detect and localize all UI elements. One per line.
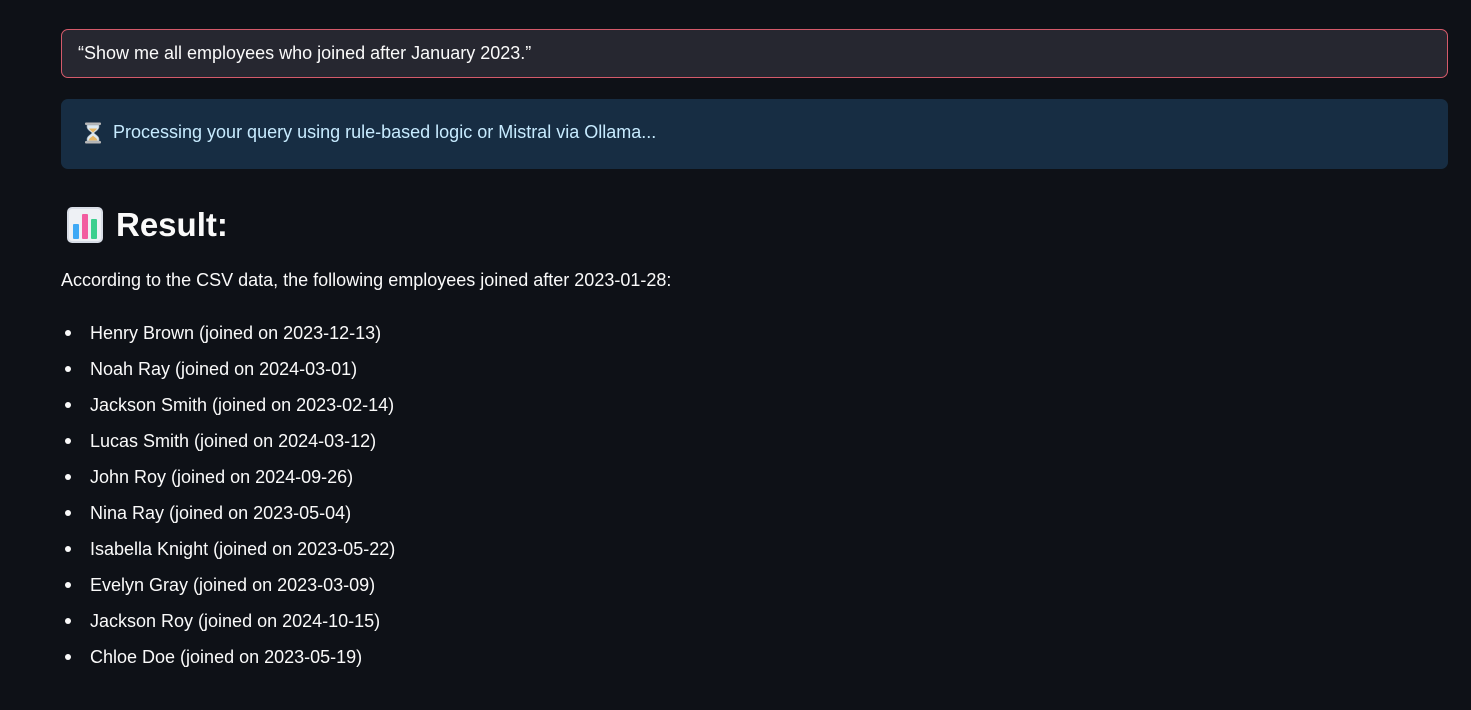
result-summary: According to the CSV data, the following…	[61, 270, 672, 290]
bullet-icon	[65, 654, 71, 660]
list-item: John Roy (joined on 2024-09-26)	[61, 462, 395, 498]
list-item: Jackson Smith (joined on 2023-02-14)	[61, 390, 395, 426]
bullet-icon	[65, 330, 71, 336]
list-item: Lucas Smith (joined on 2024-03-12)	[61, 426, 395, 462]
list-item: Evelyn Gray (joined on 2023-03-09)	[61, 570, 395, 606]
bullet-icon	[65, 402, 71, 408]
hourglass-icon	[85, 122, 101, 144]
bullet-icon	[65, 510, 71, 516]
list-item-text: Chloe Doe (joined on 2023-05-19)	[90, 647, 363, 667]
list-item-text: John Roy (joined on 2024-09-26)	[90, 467, 354, 487]
list-item: Nina Ray (joined on 2023-05-04)	[61, 498, 395, 534]
list-item: Jackson Roy (joined on 2024-10-15)	[61, 606, 395, 642]
employee-list: Henry Brown (joined on 2023-12-13) Noah …	[61, 318, 395, 678]
list-item-text: Lucas Smith (joined on 2024-03-12)	[90, 431, 377, 451]
list-item-text: Jackson Smith (joined on 2023-02-14)	[90, 395, 395, 415]
list-item: Isabella Knight (joined on 2023-05-22)	[61, 534, 395, 570]
list-item-text: Nina Ray (joined on 2023-05-04)	[90, 503, 352, 523]
list-item: Henry Brown (joined on 2023-12-13)	[61, 318, 395, 354]
query-message: “Show me all employees who joined after …	[61, 29, 1448, 78]
bullet-icon	[65, 582, 71, 588]
bullet-icon	[65, 366, 71, 372]
list-item-text: Isabella Knight (joined on 2023-05-22)	[90, 539, 396, 559]
list-item-text: Henry Brown (joined on 2023-12-13)	[90, 323, 382, 343]
result-title: Result:	[116, 206, 228, 243]
bullet-icon	[65, 438, 71, 444]
list-item-text: Evelyn Gray (joined on 2023-03-09)	[90, 575, 376, 595]
info-text: Processing your query using rule-based l…	[113, 122, 657, 142]
list-item-text: Jackson Roy (joined on 2024-10-15)	[90, 611, 381, 631]
bullet-icon	[65, 474, 71, 480]
list-item-text: Noah Ray (joined on 2024-03-01)	[90, 359, 358, 379]
list-item: Chloe Doe (joined on 2023-05-19)	[61, 642, 395, 678]
query-text: “Show me all employees who joined after …	[78, 43, 532, 63]
info-alert: Processing your query using rule-based l…	[61, 99, 1448, 169]
bar-chart-icon	[67, 207, 103, 243]
result-heading: Result:	[61, 203, 228, 247]
bullet-icon	[65, 618, 71, 624]
bullet-icon	[65, 546, 71, 552]
list-item: Noah Ray (joined on 2024-03-01)	[61, 354, 395, 390]
